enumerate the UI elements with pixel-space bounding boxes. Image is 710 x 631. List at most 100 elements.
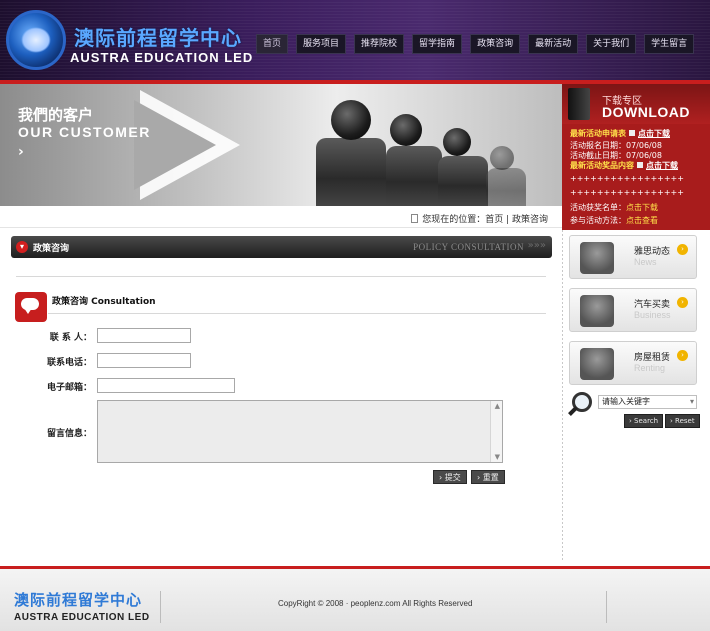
download-item-label: 最新活动奖品内容: [570, 161, 634, 170]
message-textarea[interactable]: ▲ ▼: [97, 400, 503, 463]
footer-divider: [160, 591, 161, 623]
section-title: 政策咨询: [33, 244, 70, 254]
site-footer: 澳际前程留学中心 AUSTRA EDUCATION LED CopyRight …: [0, 569, 710, 631]
page-icon: [411, 214, 419, 223]
download-link[interactable]: 点击下载: [638, 129, 670, 138]
scroll-up-icon[interactable]: ▲: [495, 402, 500, 410]
chevron-down-icon: ▾: [16, 241, 28, 253]
go-arrow-icon[interactable]: ›: [677, 244, 688, 255]
breadcrumb-text: 您现在的位置：首页 | 政策咨询: [411, 212, 548, 225]
contact-label: 联 系 人：: [49, 333, 92, 343]
figure-head-4: [490, 146, 514, 170]
nav-home[interactable]: 首页: [256, 34, 289, 54]
side-link-title: 汽车买卖: [634, 300, 671, 310]
site-header: 澳际前程留学中心 AUSTRA EDUCATION LED 首页 服务项目 推荐…: [0, 0, 710, 84]
download-link[interactable]: 点击下载: [646, 161, 678, 170]
customer-banner: 我們的客户 OUR CUSTOMER ›: [0, 84, 562, 206]
search-reset-button[interactable]: › Reset: [665, 414, 700, 428]
download-panel: 下载专区 DOWNLOAD 最新活动申请表 点击下载 活动报名日期：07/06/0…: [562, 84, 710, 230]
reset-button[interactable]: › 重置: [471, 470, 505, 484]
globe-logo-icon[interactable]: [6, 10, 66, 70]
nav-messages[interactable]: 学生留言: [644, 34, 695, 54]
side-link-title: 雅思动态: [634, 247, 671, 257]
email-label: 电子邮箱：: [46, 383, 92, 393]
download-item-label: 最新活动申请表: [570, 129, 626, 138]
download-title-en: DOWNLOAD: [602, 104, 690, 120]
figure-body-4: [486, 168, 526, 206]
download-item: 参与活动方法：点击查看: [570, 215, 658, 226]
banner-title-en: OUR CUSTOMER: [18, 124, 151, 140]
banner-arrow-icon: ›: [18, 144, 24, 160]
figure-head-3: [443, 128, 471, 156]
download-item-label: 活动获奖名单：: [570, 203, 626, 212]
textarea-scrollbar[interactable]: ▲ ▼: [490, 401, 502, 462]
divider: [16, 276, 546, 277]
speech-bubble-icon: [15, 292, 47, 322]
figure-head-1: [331, 100, 371, 140]
go-arrow-icon[interactable]: ›: [677, 350, 688, 361]
figure-body-1: [316, 138, 386, 206]
side-link-subtitle: News: [634, 257, 657, 267]
nav-events[interactable]: 最新活动: [528, 34, 579, 54]
download-item: +++++++++++++++++: [570, 174, 684, 183]
file-icon: [629, 130, 635, 136]
email-input[interactable]: [97, 378, 235, 393]
search-button[interactable]: › Search: [624, 414, 664, 428]
download-item: 最新活动奖品内容 点击下载: [570, 160, 678, 171]
banner-chevron-inner: [134, 100, 216, 190]
side-link-subtitle: Business: [634, 310, 671, 320]
logo-title-en[interactable]: AUSTRA EDUCATION LED: [70, 50, 253, 65]
keyword-placeholder: 请输入关键字: [602, 397, 650, 406]
breadcrumb: 您现在的位置：首页 | 政策咨询: [0, 206, 562, 228]
side-link-renting[interactable]: 房屋租赁 Renting ›: [569, 341, 697, 385]
keyword-search-input[interactable]: 请输入关键字 ▾: [598, 395, 697, 409]
magnifier-icon: [568, 392, 598, 420]
message-label: 留言信息：: [46, 429, 92, 439]
side-link-title: 房屋租赁: [634, 353, 671, 363]
people-icon: [580, 242, 614, 274]
pen-icon: [580, 348, 614, 380]
section-header-bar: ▾ 政策咨询 POLICY CONSULTATION »»»: [11, 236, 552, 258]
footer-divider: [606, 591, 607, 623]
footer-logo-cn: 澳际前程留学中心: [14, 591, 143, 609]
view-link[interactable]: 点击查看: [626, 216, 658, 225]
download-item: 最新活动申请表 点击下载: [570, 128, 670, 139]
contact-name-input[interactable]: [97, 328, 191, 343]
download-link[interactable]: 点击下载: [626, 203, 658, 212]
figure-body-2: [386, 146, 442, 206]
download-item: +++++++++++++++++: [570, 188, 684, 197]
nav-guide[interactable]: 留学指南: [412, 34, 463, 54]
submit-button[interactable]: › 提交: [433, 470, 467, 484]
form-divider: [48, 313, 546, 314]
nav-schools[interactable]: 推荐院校: [354, 34, 405, 54]
figure-body-3: [438, 156, 488, 206]
dropdown-icon[interactable]: ▾: [690, 396, 694, 408]
double-arrow-icon: »»»: [527, 240, 546, 251]
chess-knight-icon: [580, 295, 614, 327]
logo-title-cn[interactable]: 澳际前程留学中心: [74, 22, 242, 51]
footer-logo-en: AUSTRA EDUCATION LED: [14, 612, 150, 623]
side-link-business[interactable]: 汽车买卖 Business ›: [569, 288, 697, 332]
side-link-subtitle: Renting: [634, 363, 666, 373]
phone-label: 联系电话：: [46, 358, 92, 368]
side-link-news[interactable]: 雅思动态 News ›: [569, 235, 697, 279]
nav-policy[interactable]: 政策咨询: [470, 34, 521, 54]
section-title-en: POLICY CONSULTATION: [413, 242, 524, 252]
scroll-down-icon[interactable]: ▼: [495, 453, 500, 461]
column-divider: [562, 230, 563, 562]
magnifier-handle: [568, 406, 578, 416]
figure-head-2: [390, 114, 422, 146]
main-nav: 首页 服务项目 推荐院校 留学指南 政策咨询 最新活动 关于我们 学生留言: [256, 34, 702, 54]
phone-input[interactable]: [97, 353, 191, 368]
download-header: 下载专区 DOWNLOAD: [562, 84, 710, 124]
go-arrow-icon[interactable]: ›: [677, 297, 688, 308]
book-icon: [568, 88, 590, 120]
nav-about[interactable]: 关于我们: [586, 34, 637, 54]
copyright-text: CopyRight © 2008 · peoplenz.com All Righ…: [278, 599, 473, 608]
form-title: 政策咨询 Consultation: [52, 297, 156, 307]
banner-title-cn: 我們的客户: [18, 106, 94, 124]
nav-services[interactable]: 服务项目: [296, 34, 347, 54]
download-item: 活动获奖名单：点击下载: [570, 202, 658, 213]
breadcrumb-label[interactable]: 您现在的位置：首页 | 政策咨询: [422, 215, 548, 225]
file-icon: [637, 162, 643, 168]
